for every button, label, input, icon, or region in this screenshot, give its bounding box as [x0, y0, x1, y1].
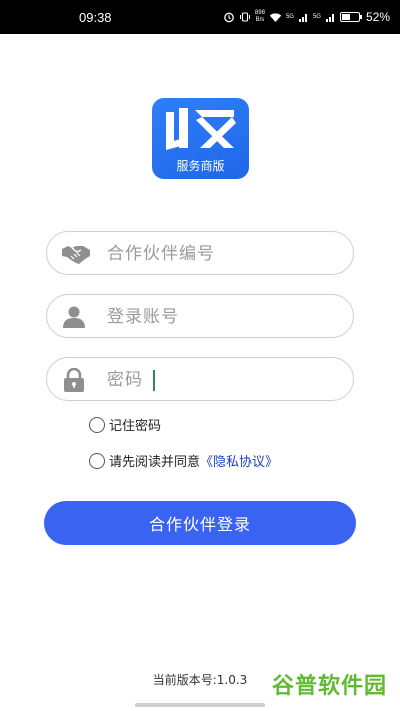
account-field[interactable] — [46, 294, 354, 338]
password-input[interactable] — [107, 364, 343, 396]
partner-login-button[interactable]: 合作伙伴登录 — [44, 501, 356, 545]
privacy-policy-link[interactable]: 《隐私协议》 — [200, 451, 278, 470]
battery-percent: 52% — [365, 10, 390, 24]
wifi-icon — [269, 12, 282, 22]
agree-privacy-option[interactable]: 请先阅读并同意 《隐私协议》 — [89, 451, 278, 470]
status-time: 09:38 — [79, 10, 112, 25]
status-bar: 09:38 898 B/s 5G 5G 52% — [0, 0, 400, 34]
network-speed: 898 B/s — [255, 10, 265, 24]
remember-password-radio[interactable] — [89, 416, 105, 433]
alarm-icon — [224, 12, 234, 23]
network-speed-value: 898 — [254, 10, 265, 16]
battery-icon — [339, 12, 362, 22]
password-field[interactable] — [46, 357, 354, 401]
account-input[interactable] — [107, 301, 343, 333]
signal-label-2: 5G — [312, 14, 321, 20]
vibrate-icon — [239, 12, 250, 22]
remember-password-label: 记住密码 — [109, 419, 162, 434]
signal-label-1: 5G — [285, 14, 294, 20]
partner-id-input[interactable] — [107, 238, 343, 270]
handshake-icon — [62, 246, 90, 264]
signal-icon — [298, 13, 307, 22]
logo-label: 服务商版 — [176, 159, 225, 173]
battery-fill — [341, 14, 351, 20]
signal-icon-2 — [325, 13, 334, 22]
status-icons: 898 B/s 5G 5G 52% — [223, 8, 390, 26]
user-icon — [63, 306, 85, 328]
partner-id-field[interactable] — [46, 231, 354, 275]
lock-icon — [64, 368, 84, 392]
home-indicator[interactable] — [135, 703, 265, 707]
remember-password-option[interactable]: 记住密码 — [89, 415, 161, 434]
agree-privacy-radio[interactable] — [89, 452, 105, 469]
app-logo: 服务商版 — [152, 98, 249, 179]
watermark-logo: 谷普软件园 — [272, 674, 388, 699]
agree-privacy-label: 请先阅读并同意 — [109, 455, 201, 470]
network-speed-unit: B/s — [255, 17, 265, 23]
shou-logo-icon — [166, 108, 236, 150]
